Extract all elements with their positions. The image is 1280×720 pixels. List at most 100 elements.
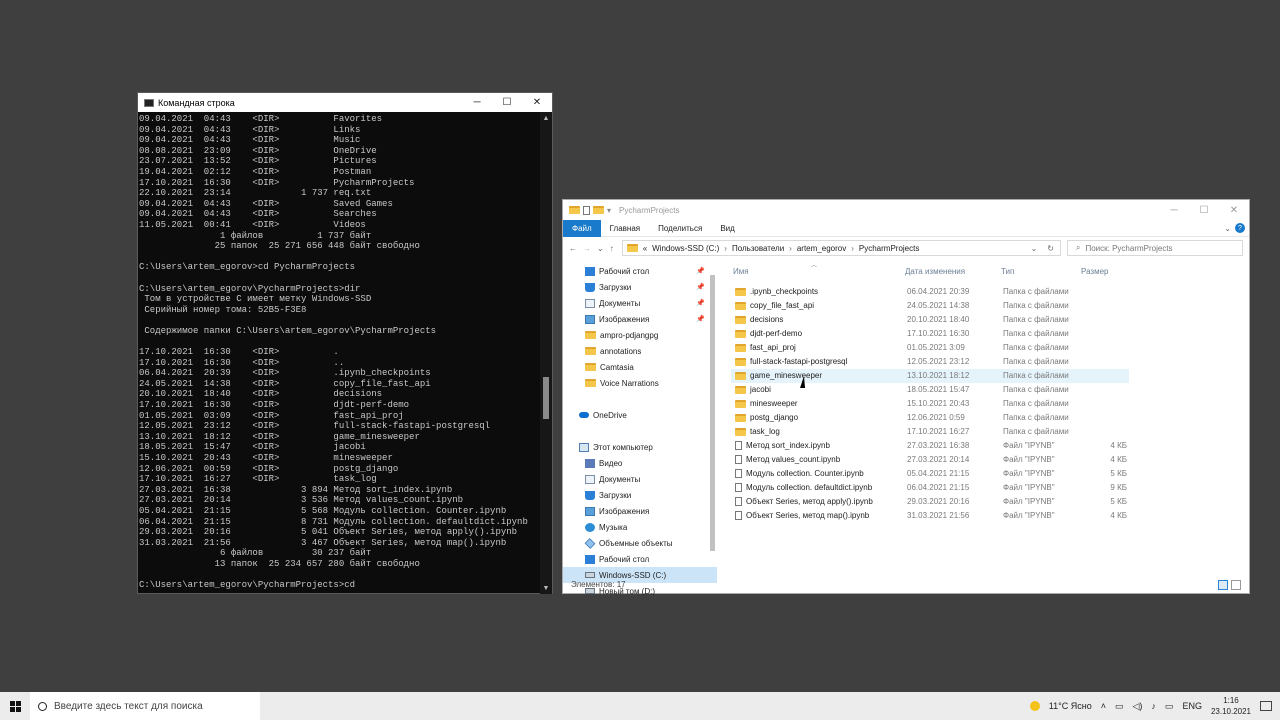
- customize-toolbar-icon[interactable]: ▾: [607, 206, 611, 215]
- file-row[interactable]: Модуль collection. defaultdict.ipynb 06.0…: [731, 481, 1129, 495]
- file-name: Метод sort_index.ipynb: [746, 441, 830, 450]
- file-row[interactable]: Объект Series, метод map().ipynb 31.03.20…: [731, 509, 1129, 523]
- start-button[interactable]: [0, 692, 30, 720]
- nav-item[interactable]: Объемные объекты: [563, 535, 717, 551]
- address-overflow[interactable]: «: [643, 244, 647, 253]
- file-row[interactable]: decisions 20.10.2021 18:40 Папка с файлами: [731, 313, 1129, 327]
- minimize-button[interactable]: ─: [462, 93, 492, 112]
- column-type[interactable]: Тип: [1001, 267, 1014, 276]
- cmd-titlebar[interactable]: Командная строка ─ ☐ ✕: [138, 93, 552, 112]
- file-row[interactable]: Метод sort_index.ipynb 27.03.2021 16:38 Фа…: [731, 439, 1129, 453]
- scroll-down-icon[interactable]: ▼: [540, 582, 552, 594]
- microphone-icon[interactable]: ♪: [1151, 701, 1156, 711]
- nav-item[interactable]: Рабочий стол: [563, 551, 717, 567]
- chevron-right-icon[interactable]: ›: [789, 244, 792, 253]
- back-arrow-icon[interactable]: ←: [569, 244, 577, 253]
- scroll-up-icon[interactable]: ▲: [540, 112, 552, 124]
- explorer-titlebar[interactable]: ▾ PycharmProjects ─ ☐ ✕: [563, 200, 1249, 220]
- nav-item[interactable]: Изображения: [563, 503, 717, 519]
- minimize-button[interactable]: ─: [1159, 201, 1189, 220]
- nav-item[interactable]: Voice Narrations: [563, 375, 717, 391]
- file-row[interactable]: jacobi 18.05.2021 15:47 Папка с файлами: [731, 383, 1129, 397]
- nav-item[interactable]: OneDrive: [563, 407, 717, 423]
- pin-icon[interactable]: 📌: [696, 299, 705, 307]
- nav-item-label: Загрузки: [599, 490, 632, 500]
- nav-item[interactable]: Загрузки: [563, 487, 717, 503]
- close-button[interactable]: ✕: [1219, 201, 1249, 220]
- column-size[interactable]: Размер: [1081, 267, 1109, 276]
- maximize-button[interactable]: ☐: [492, 93, 522, 112]
- cmd-scrollbar[interactable]: ▲ ▼: [540, 112, 552, 594]
- nav-item[interactable]: Загрузки 📌: [563, 279, 717, 295]
- nav-item[interactable]: Документы 📌: [563, 295, 717, 311]
- monitor-icon[interactable]: ▭: [1165, 701, 1174, 712]
- file-row[interactable]: full-stack-fastapi-postgresql 12.05.2021 …: [731, 355, 1129, 369]
- help-icon[interactable]: ?: [1235, 223, 1245, 233]
- large-icons-view-icon[interactable]: [1231, 580, 1241, 590]
- chevron-right-icon[interactable]: ›: [724, 244, 727, 253]
- weather-sun-icon[interactable]: [1029, 701, 1040, 711]
- column-name[interactable]: Имя: [733, 267, 749, 276]
- file-row[interactable]: Модуль collection. Counter.ipynb 05.04.20…: [731, 467, 1129, 481]
- nav-item[interactable]: Изображения 📌: [563, 311, 717, 327]
- nav-item-label: Объемные объекты: [599, 538, 673, 548]
- tab-view[interactable]: Вид: [711, 220, 743, 237]
- pin-icon[interactable]: 📌: [696, 267, 705, 275]
- file-row[interactable]: .ipynb_checkpoints 06.04.2021 20:39 Папка …: [731, 285, 1129, 299]
- explorer-window[interactable]: ▾ PycharmProjects ─ ☐ ✕ Файл Главная Под…: [562, 199, 1250, 596]
- file-row[interactable]: task_log 17.10.2021 16:27 Папка с файлами: [731, 425, 1129, 439]
- maximize-button[interactable]: ☐: [1189, 201, 1219, 220]
- column-date[interactable]: Дата изменения: [905, 267, 965, 276]
- file-row[interactable]: Объект Series, метод apply().ipynb 29.03.…: [731, 495, 1129, 509]
- scroll-thumb[interactable]: [543, 377, 549, 419]
- nav-item[interactable]: Музыка: [563, 519, 717, 535]
- refresh-icon[interactable]: ↻: [1047, 244, 1054, 253]
- file-row[interactable]: fast_api_proj 01.05.2021 3:09 Папка с файл…: [731, 341, 1129, 355]
- nav-item[interactable]: ampro-pdjangpg: [563, 327, 717, 343]
- network-icon[interactable]: ▭: [1115, 701, 1124, 712]
- expand-ribbon-icon[interactable]: ⌄: [1224, 224, 1231, 233]
- notifications-icon[interactable]: [1260, 701, 1272, 711]
- navigation-pane[interactable]: Рабочий стол 📌 Загрузки 📌 Документы 📌 Изображе…: [563, 263, 717, 596]
- pin-icon[interactable]: 📌: [696, 315, 705, 323]
- address-bar[interactable]: « Windows-SSD (C:) › Пользователи › arte…: [621, 240, 1061, 256]
- nav-item[interactable]: Видео: [563, 455, 717, 471]
- breadcrumb-user[interactable]: artem_egorov: [797, 244, 846, 253]
- tab-file[interactable]: Файл: [563, 219, 601, 237]
- nav-item[interactable]: Документы: [563, 471, 717, 487]
- new-folder-icon[interactable]: [593, 206, 604, 214]
- breadcrumb-users[interactable]: Пользователи: [732, 244, 784, 253]
- weather-text[interactable]: 11°C Ясно: [1049, 701, 1092, 711]
- close-button[interactable]: ✕: [522, 93, 552, 112]
- tab-share[interactable]: Поделиться: [649, 220, 711, 237]
- tab-home[interactable]: Главная: [601, 220, 649, 237]
- volume-icon[interactable]: ◁): [1133, 701, 1143, 712]
- cmd-window[interactable]: Командная строка ─ ☐ ✕ 09.04.2021 04:43 …: [137, 92, 553, 594]
- taskbar-search[interactable]: Введите здесь текст для поиска: [30, 692, 260, 720]
- nav-item[interactable]: Рабочий стол 📌: [563, 263, 717, 279]
- file-row[interactable]: Метод values_count.ipynb 27.03.2021 20:14…: [731, 453, 1129, 467]
- nav-item[interactable]: annotations: [563, 343, 717, 359]
- file-row[interactable]: game_minesweeper 13.10.2021 18:12 Папка с …: [731, 369, 1129, 383]
- file-row[interactable]: copy_file_fast_api 24.05.2021 14:38 Папка …: [731, 299, 1129, 313]
- chevron-right-icon[interactable]: ›: [851, 244, 854, 253]
- clock[interactable]: 1:16 23.10.2021: [1211, 695, 1251, 717]
- properties-icon[interactable]: [583, 205, 590, 215]
- pin-icon[interactable]: 📌: [696, 283, 705, 291]
- details-view-icon[interactable]: [1218, 580, 1228, 590]
- file-row[interactable]: postg_django 12.06.2021 0:59 Папка с файла…: [731, 411, 1129, 425]
- address-dropdown-icon[interactable]: ⌄: [1031, 244, 1038, 253]
- console-output[interactable]: 09.04.2021 04:43 <DIR> Favorites 09.04.2…: [138, 114, 540, 594]
- file-row[interactable]: minesweeper 15.10.2021 20:43 Папка с файла…: [731, 397, 1129, 411]
- nav-item[interactable]: Camtasia: [563, 359, 717, 375]
- breadcrumb-drive[interactable]: Windows-SSD (C:): [652, 244, 719, 253]
- recent-locations-icon[interactable]: ⌄: [597, 244, 604, 253]
- language-indicator[interactable]: ENG: [1182, 701, 1202, 711]
- forward-arrow-icon[interactable]: →: [583, 244, 591, 253]
- nav-item[interactable]: Этот компьютер: [563, 439, 717, 455]
- chevron-up-icon[interactable]: ˄: [1101, 701, 1106, 711]
- up-arrow-icon[interactable]: ↑: [610, 244, 614, 253]
- file-row[interactable]: djdt-perf-demo 17.10.2021 16:30 Папка с фа…: [731, 327, 1129, 341]
- breadcrumb-current[interactable]: PycharmProjects: [859, 244, 919, 253]
- search-box[interactable]: ⌕ Поиск: PycharmProjects: [1067, 240, 1243, 256]
